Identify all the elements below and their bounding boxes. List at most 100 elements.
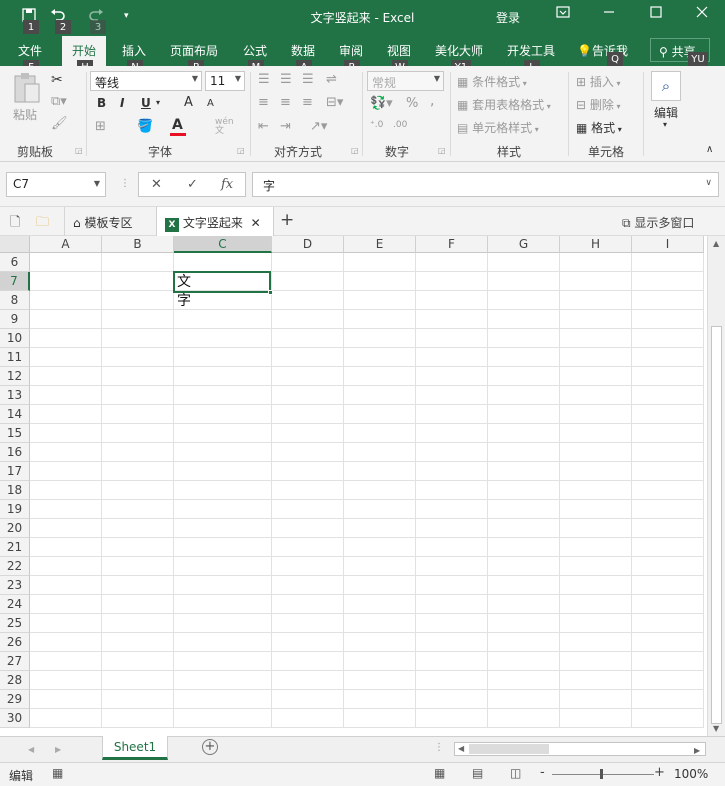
cell-d6[interactable] [272, 253, 344, 272]
cell-c9[interactable] [174, 310, 272, 329]
cell-a7[interactable] [30, 272, 102, 291]
format-cells-button[interactable]: ▦ 格式 ▾ [576, 119, 622, 136]
cell-g14[interactable] [488, 405, 560, 424]
tab-template[interactable]: ⌂ 模板专区 [64, 207, 140, 236]
cell-b13[interactable] [102, 386, 174, 405]
cell-a22[interactable] [30, 557, 102, 576]
cell-i25[interactable] [632, 614, 704, 633]
cell-i9[interactable] [632, 310, 704, 329]
cell-d26[interactable] [272, 633, 344, 652]
cell-i29[interactable] [632, 690, 704, 709]
search-icon[interactable]: ⌕ [651, 71, 681, 101]
cell-g30[interactable] [488, 709, 560, 728]
column-header-b[interactable]: B [102, 236, 174, 253]
splitter-icon[interactable]: ⋮ [434, 742, 444, 753]
zoom-in-button[interactable]: + [654, 765, 665, 780]
cell-i21[interactable] [632, 538, 704, 557]
formula-input[interactable]: 字 ∨ [252, 172, 719, 197]
cell-f24[interactable] [416, 595, 488, 614]
cell-e24[interactable] [344, 595, 416, 614]
cell-d20[interactable] [272, 519, 344, 538]
cell-e20[interactable] [344, 519, 416, 538]
login-link[interactable]: 登录 [496, 9, 520, 26]
cell-d23[interactable] [272, 576, 344, 595]
cell-c27[interactable] [174, 652, 272, 671]
cell-c29[interactable] [174, 690, 272, 709]
clipboard-launcher-icon[interactable]: ◲ [75, 146, 83, 155]
copy-icon[interactable]: ⧉▾ [51, 94, 67, 109]
cell-h7[interactable] [560, 272, 632, 291]
cell-b14[interactable] [102, 405, 174, 424]
cell-c26[interactable] [174, 633, 272, 652]
cell-c17[interactable] [174, 462, 272, 481]
tab-formulas[interactable]: 公式 [243, 42, 267, 59]
cell-f22[interactable] [416, 557, 488, 576]
cell-i17[interactable] [632, 462, 704, 481]
cell-i19[interactable] [632, 500, 704, 519]
page-layout-view-icon[interactable]: ▤ [472, 766, 483, 780]
multi-window-button[interactable]: ⧉ 显示多窗口 [622, 214, 694, 231]
cell-g27[interactable] [488, 652, 560, 671]
cell-d11[interactable] [272, 348, 344, 367]
cell-g25[interactable] [488, 614, 560, 633]
phonetic-guide-icon[interactable]: wén 文 [215, 118, 234, 136]
cell-c30[interactable] [174, 709, 272, 728]
cell-i22[interactable] [632, 557, 704, 576]
align-center-icon[interactable]: ≡ [280, 95, 291, 110]
cell-e18[interactable] [344, 481, 416, 500]
cell-g21[interactable] [488, 538, 560, 557]
cell-g16[interactable] [488, 443, 560, 462]
close-tab-icon[interactable]: ✕ [251, 216, 261, 230]
cell-g12[interactable] [488, 367, 560, 386]
minimize-icon[interactable] [598, 6, 620, 26]
cell-i6[interactable] [632, 253, 704, 272]
cell-e16[interactable] [344, 443, 416, 462]
cell-a21[interactable] [30, 538, 102, 557]
row-header-12[interactable]: 12 [0, 367, 30, 386]
row-header-24[interactable]: 24 [0, 595, 30, 614]
row-header-16[interactable]: 16 [0, 443, 30, 462]
row-header-21[interactable]: 21 [0, 538, 30, 557]
tab-file[interactable]: 文件 [18, 42, 42, 59]
cell-c21[interactable] [174, 538, 272, 557]
cell-b26[interactable] [102, 633, 174, 652]
cell-c13[interactable] [174, 386, 272, 405]
cell-e22[interactable] [344, 557, 416, 576]
cell-h25[interactable] [560, 614, 632, 633]
zoom-slider-thumb[interactable] [600, 769, 603, 779]
cell-a29[interactable] [30, 690, 102, 709]
cell-b11[interactable] [102, 348, 174, 367]
cell-d28[interactable] [272, 671, 344, 690]
cell-a27[interactable] [30, 652, 102, 671]
cell-b6[interactable] [102, 253, 174, 272]
column-header-a[interactable]: A [30, 236, 102, 253]
cell-c19[interactable] [174, 500, 272, 519]
number-format-field[interactable]: 常规 ▼ [367, 71, 444, 91]
row-header-11[interactable]: 11 [0, 348, 30, 367]
horizontal-scrollbar[interactable]: ◀ [454, 742, 706, 756]
cell-d15[interactable] [272, 424, 344, 443]
cell-h15[interactable] [560, 424, 632, 443]
cell-h9[interactable] [560, 310, 632, 329]
border-icon[interactable]: ⊞ [95, 119, 106, 134]
row-header-28[interactable]: 28 [0, 671, 30, 690]
cell-d13[interactable] [272, 386, 344, 405]
chevron-down-icon[interactable]: ▾ [156, 98, 160, 107]
cell-b8[interactable] [102, 291, 174, 310]
column-header-i[interactable]: I [632, 236, 704, 253]
cell-g8[interactable] [488, 291, 560, 310]
cell-f10[interactable] [416, 329, 488, 348]
horizontal-scroll-thumb[interactable] [469, 744, 549, 754]
add-sheet-button[interactable]: + [202, 739, 218, 755]
increase-font-button[interactable]: A [184, 95, 193, 110]
cell-h8[interactable] [560, 291, 632, 310]
row-header-26[interactable]: 26 [0, 633, 30, 652]
cell-g29[interactable] [488, 690, 560, 709]
cell-d29[interactable] [272, 690, 344, 709]
cell-c6[interactable] [174, 253, 272, 272]
fill-handle[interactable] [268, 290, 273, 295]
cell-d7[interactable] [272, 272, 344, 291]
cell-g22[interactable] [488, 557, 560, 576]
zoom-out-button[interactable]: - [540, 765, 545, 780]
cell-g28[interactable] [488, 671, 560, 690]
